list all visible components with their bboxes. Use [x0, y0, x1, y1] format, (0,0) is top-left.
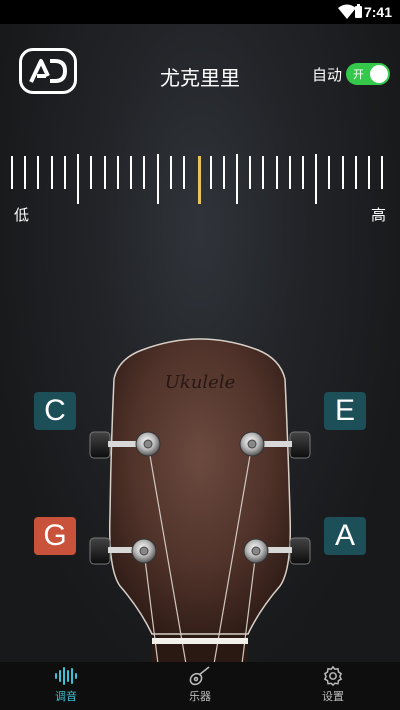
string-button-e[interactable]: E: [324, 392, 366, 430]
nav-instrument-label: 乐器: [189, 690, 211, 703]
toggle-on-text: 开: [353, 68, 364, 81]
status-bar: 7:41: [0, 0, 400, 24]
battery-icon: [355, 4, 362, 18]
nav-settings[interactable]: 设置: [293, 666, 373, 710]
nav-instrument[interactable]: 乐器: [160, 666, 240, 710]
auto-mode-label: 自动: [311, 66, 342, 84]
status-time: 7:41: [363, 4, 392, 20]
string-button-a[interactable]: A: [324, 517, 366, 555]
toggle-knob: [370, 65, 388, 83]
tuning-key-g[interactable]: [89, 537, 111, 565]
pitch-indicator: [198, 156, 201, 204]
auto-mode-toggle[interactable]: 开: [346, 63, 390, 85]
string-button-c[interactable]: C: [34, 392, 76, 430]
ukulele-nut: [152, 638, 248, 644]
nav-tune[interactable]: 调音: [26, 666, 106, 710]
pitch-ruler: [11, 154, 383, 204]
brand-logo-text: Ukulele: [165, 372, 236, 393]
soundwave-icon: [55, 667, 77, 685]
tuning-key-e[interactable]: [289, 431, 311, 459]
ukulele-headstock: Ukulele: [89, 338, 311, 664]
tuning-key-a[interactable]: [289, 537, 311, 565]
gear-icon: [323, 666, 343, 686]
nav-settings-label: 设置: [322, 690, 344, 703]
low-pitch-label: 低: [14, 206, 30, 224]
tuner-screen: 尤克里里 自动 开 低 高 Ukulele C E G A: [0, 24, 400, 664]
guitar-icon: [189, 666, 210, 686]
ruler-ticks: [11, 154, 383, 204]
high-pitch-label: 高: [370, 206, 386, 224]
tuning-key-c[interactable]: [89, 431, 111, 459]
bottom-nav: 调音 乐器 设置: [0, 662, 400, 710]
string-button-g[interactable]: G: [34, 517, 76, 555]
nav-tune-label: 调音: [55, 690, 77, 703]
wifi-icon: [338, 4, 356, 19]
